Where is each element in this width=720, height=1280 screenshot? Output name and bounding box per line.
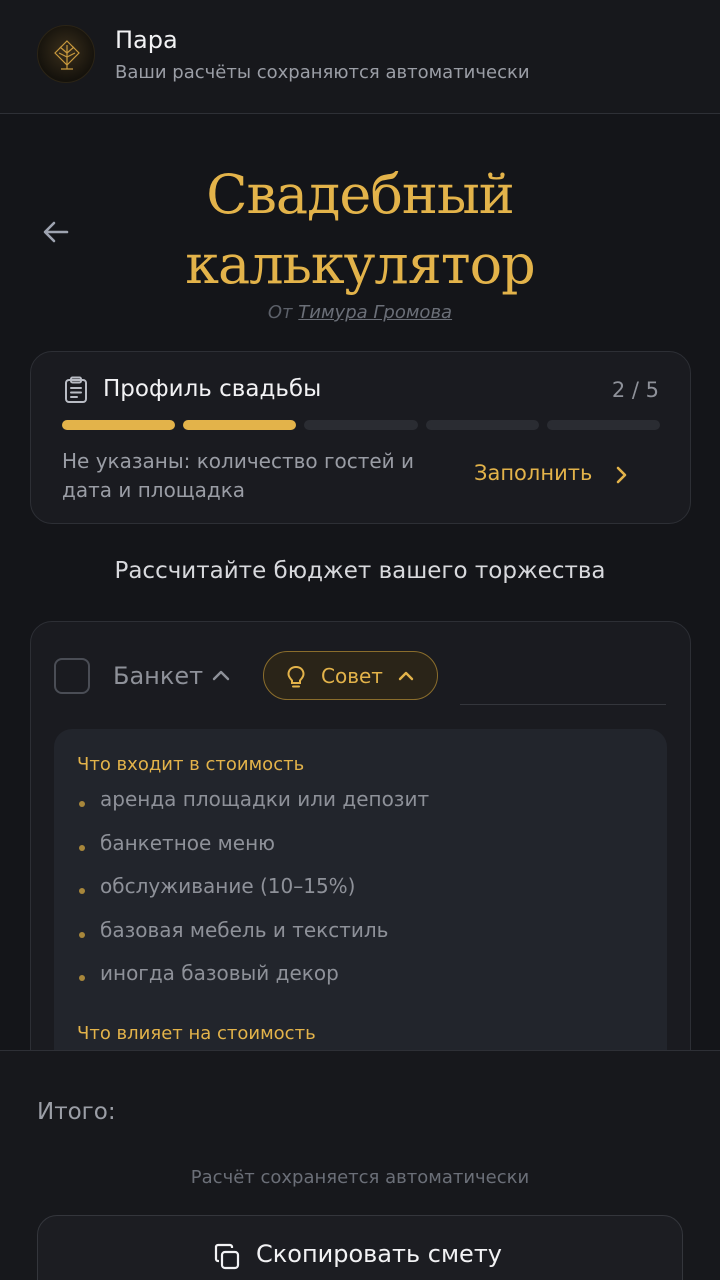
profile-progress: [62, 420, 661, 430]
includes-list: аренда площадки или депозит банкетное ме…: [77, 787, 429, 1005]
byline-prefix: От: [267, 302, 293, 323]
app-title: Пара: [115, 26, 178, 54]
top-bar: Пара Ваши расчёты сохраняются автоматиче…: [0, 0, 720, 114]
tip-button[interactable]: Совет: [263, 651, 438, 700]
bullet: [79, 975, 85, 981]
bullet: [79, 844, 85, 851]
chevron-up-icon[interactable]: [211, 668, 231, 682]
profile-missing-text: Не указаны: количество гостей и дата и п…: [62, 449, 415, 502]
bottom-sheet: Итого: Расчёт сохраняется автоматически …: [0, 1050, 720, 1280]
progress-segment: [62, 420, 176, 430]
bullet: [79, 888, 85, 894]
copy-estimate-label: Скопировать смету: [256, 1240, 502, 1268]
divider: [460, 704, 666, 705]
fill-profile-button[interactable]: Заполнить: [474, 456, 664, 496]
bullet: [79, 931, 85, 938]
affects-heading: Что влияет на стоимость: [77, 1023, 316, 1044]
tagline: Рассчитайте бюджет вашего торжества: [114, 558, 606, 584]
chevron-right-icon: [616, 466, 627, 484]
byline: От Тимура Громова: [0, 302, 720, 323]
progress-segment: [183, 420, 297, 430]
list-item: базовая мебель и текстиль: [77, 918, 429, 962]
chevron-up-icon: [398, 671, 414, 681]
progress-segment: [425, 420, 539, 430]
arrow-left-icon: [43, 221, 69, 243]
progress-segment: [546, 420, 661, 430]
list-item-text: обслуживание (10–15%): [100, 874, 356, 898]
list-item-text: аренда площадки или депозит: [100, 787, 430, 811]
tree-logo-icon: [54, 40, 80, 70]
list-item-text: банкетное меню: [100, 830, 275, 855]
list-item: обслуживание (10–15%): [77, 874, 429, 918]
list-item: иногда базовый декор: [77, 961, 429, 1005]
progress-segment: [304, 420, 418, 430]
list-item-text: базовая мебель и текстиль: [100, 917, 389, 942]
list-item-text: иногда базовый декор: [100, 961, 339, 985]
wedding-profile-card: Профиль свадьбы 2 / 5 Не указаны: количе…: [30, 351, 691, 524]
app-subtitle: Ваши расчёты сохраняются автоматически: [115, 62, 530, 83]
page-title-line-1: Свадебный: [206, 163, 515, 226]
banquet-checkbox[interactable]: [54, 658, 90, 694]
author-link[interactable]: Тимура Громова: [298, 302, 452, 323]
bullet: [79, 801, 85, 807]
tip-label: Совет: [321, 664, 383, 688]
list-item: аренда площадки или депозит: [77, 787, 429, 831]
back-button[interactable]: [36, 212, 76, 252]
page-title-line-2: калькулятор: [185, 233, 536, 296]
total-label: Итого:: [37, 1099, 116, 1125]
lightbulb-icon: [287, 665, 305, 688]
profile-step-counter: 2 / 5: [611, 378, 659, 402]
list-item: банкетное меню: [77, 831, 429, 875]
copy-estimate-button[interactable]: Скопировать смету: [37, 1215, 683, 1280]
page-title: Свадебный калькулятор: [110, 160, 610, 300]
banquet-toggle[interactable]: Банкет: [113, 662, 203, 690]
clipboard-icon: [65, 376, 87, 403]
includes-heading: Что входит в стоимость: [77, 754, 305, 775]
autosave-note: Расчёт сохраняется автоматически: [190, 1167, 530, 1188]
avatar: [37, 25, 95, 83]
fill-profile-label: Заполнить: [474, 461, 593, 485]
copy-icon: [214, 1243, 240, 1270]
profile-title: Профиль свадьбы: [103, 376, 322, 402]
